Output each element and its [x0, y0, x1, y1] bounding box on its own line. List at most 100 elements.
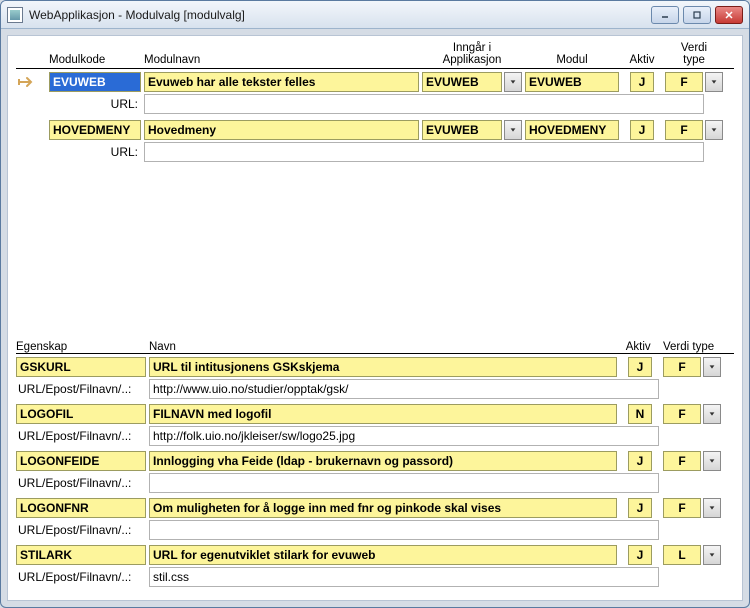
egenskap-row: STILARK URL for egenutviklet stilark for…: [16, 545, 734, 565]
chevron-down-icon: [708, 363, 716, 371]
chevron-down-icon: [710, 78, 718, 86]
egenskap-row: LOGOFIL FILNAVN med logofil N F: [16, 404, 734, 424]
properties-pane: Egenskap Navn Aktiv Verdi type GSKURL UR…: [8, 340, 742, 600]
egenskap-verditype-dropdown-button[interactable]: [703, 498, 721, 518]
egenskap-url-label: URL/Epost/Filnavn/..:: [16, 379, 146, 399]
chevron-down-icon: [708, 504, 716, 512]
aktiv-field[interactable]: J: [630, 120, 654, 140]
egenskap-url-field[interactable]: [149, 520, 659, 540]
row-pointer-icon: [16, 122, 38, 138]
egenskap-navn-field[interactable]: URL for egenutviklet stilark for evuweb: [149, 545, 617, 565]
modul-field[interactable]: HOVEDMENY: [525, 120, 619, 140]
row-pointer-icon: [16, 74, 38, 90]
egenskap-verditype-field[interactable]: F: [663, 404, 701, 424]
egenskap-url-row: URL/Epost/Filnavn/..:: [16, 473, 734, 493]
egenskap-verditype-field[interactable]: L: [663, 545, 701, 565]
modul-field[interactable]: EVUWEB: [525, 72, 619, 92]
egenskap-aktiv-field[interactable]: J: [628, 498, 652, 518]
egenskap-verditype-dropdown-button[interactable]: [703, 545, 721, 565]
egenskap-verditype-field[interactable]: F: [663, 357, 701, 377]
hdr-egenskap: Egenskap: [16, 341, 146, 353]
properties-header: Egenskap Navn Aktiv Verdi type: [16, 341, 734, 353]
hdr-modulkode: Modulkode: [49, 54, 141, 66]
chevron-down-icon: [708, 410, 716, 418]
app-icon: [7, 7, 23, 23]
egenskap-navn-field[interactable]: Om muligheten for å logge inn med fnr og…: [149, 498, 617, 518]
applikasjon-field[interactable]: EVUWEB: [422, 72, 502, 92]
url-label: URL:: [49, 145, 141, 159]
applikasjon-field[interactable]: EVUWEB: [422, 120, 502, 140]
egenskap-kode-field[interactable]: LOGOFIL: [16, 404, 146, 424]
chevron-down-icon: [509, 126, 517, 134]
chevron-down-icon: [708, 551, 716, 559]
egenskap-url-field[interactable]: [149, 473, 659, 493]
egenskap-navn-field[interactable]: Innlogging vha Feide (ldap - brukernavn …: [149, 451, 617, 471]
hdr-verditype: Verdi type: [665, 42, 723, 66]
egenskap-aktiv-field[interactable]: N: [628, 404, 652, 424]
egenskap-url-label: URL/Epost/Filnavn/..:: [16, 473, 146, 493]
egenskap-aktiv-field[interactable]: J: [628, 357, 652, 377]
verditype-field[interactable]: F: [665, 72, 703, 92]
client-area: Modulkode Modulnavn Inngår i Applikasjon…: [7, 35, 743, 601]
egenskap-verditype-dropdown-button[interactable]: [703, 451, 721, 471]
egenskap-url-row: URL/Epost/Filnavn/..: stil.css: [16, 567, 734, 587]
applikasjon-dropdown-button[interactable]: [504, 120, 522, 140]
module-url-row: URL:: [16, 94, 734, 114]
egenskap-url-field[interactable]: http://folk.uio.no/jkleiser/sw/logo25.jp…: [149, 426, 659, 446]
egenskap-aktiv-field[interactable]: J: [628, 545, 652, 565]
applikasjon-dropdown-button[interactable]: [504, 72, 522, 92]
egenskap-url-field[interactable]: http://www.uio.no/studier/opptak/gsk/: [149, 379, 659, 399]
url-label: URL:: [49, 97, 141, 111]
egenskap-url-label: URL/Epost/Filnavn/..:: [16, 567, 146, 587]
modules-pane: Modulkode Modulnavn Inngår i Applikasjon…: [8, 36, 742, 282]
close-button[interactable]: [715, 6, 743, 24]
module-row: EVUWEB Evuweb har alle tekster felles EV…: [16, 72, 734, 92]
url-field[interactable]: [144, 142, 704, 162]
egenskap-url-row: URL/Epost/Filnavn/..:: [16, 520, 734, 540]
hdr-aktiv: Aktiv: [622, 42, 662, 66]
egenskap-navn-field[interactable]: FILNAVN med logofil: [149, 404, 617, 424]
hdr-applikasjon: Inngår i Applikasjon: [422, 42, 522, 66]
verditype-dropdown-button[interactable]: [705, 120, 723, 140]
module-url-row: URL:: [16, 142, 734, 162]
hdr-navn: Navn: [149, 341, 617, 353]
egenskap-url-row: URL/Epost/Filnavn/..: http://folk.uio.no…: [16, 426, 734, 446]
egenskap-kode-field[interactable]: LOGONFEIDE: [16, 451, 146, 471]
minimize-button[interactable]: [651, 6, 679, 24]
chevron-down-icon: [708, 457, 716, 465]
modulkode-field[interactable]: HOVEDMENY: [49, 120, 141, 140]
verditype-field[interactable]: F: [665, 120, 703, 140]
egenskap-kode-field[interactable]: STILARK: [16, 545, 146, 565]
close-icon: [724, 10, 734, 20]
window-title: WebApplikasjon - Modulvalg [modulvalg]: [29, 8, 651, 22]
egenskap-verditype-field[interactable]: F: [663, 498, 701, 518]
egenskap-row: LOGONFEIDE Innlogging vha Feide (ldap - …: [16, 451, 734, 471]
egenskap-verditype-field[interactable]: F: [663, 451, 701, 471]
egenskap-url-label: URL/Epost/Filnavn/..:: [16, 426, 146, 446]
hdr-eg-verditype: Verdi type: [663, 341, 721, 353]
titlebar: WebApplikasjon - Modulvalg [modulvalg]: [1, 1, 749, 29]
egenskap-aktiv-field[interactable]: J: [628, 451, 652, 471]
egenskap-kode-field[interactable]: GSKURL: [16, 357, 146, 377]
egenskap-url-field[interactable]: stil.css: [149, 567, 659, 587]
modulnavn-field[interactable]: Hovedmeny: [144, 120, 419, 140]
url-field[interactable]: [144, 94, 704, 114]
chevron-down-icon: [509, 78, 517, 86]
verditype-dropdown-button[interactable]: [705, 72, 723, 92]
window-buttons: [651, 6, 743, 24]
aktiv-field[interactable]: J: [630, 72, 654, 92]
hdr-modulnavn: Modulnavn: [144, 54, 419, 66]
minimize-icon: [660, 10, 670, 20]
hdr-modul: Modul: [525, 42, 619, 66]
modulnavn-field[interactable]: Evuweb har alle tekster felles: [144, 72, 419, 92]
egenskap-row: GSKURL URL til intitusjonens GSKskjema J…: [16, 357, 734, 377]
egenskap-kode-field[interactable]: LOGONFNR: [16, 498, 146, 518]
egenskap-verditype-dropdown-button[interactable]: [703, 357, 721, 377]
egenskap-navn-field[interactable]: URL til intitusjonens GSKskjema: [149, 357, 617, 377]
egenskap-verditype-dropdown-button[interactable]: [703, 404, 721, 424]
hdr-inngar: Inngår i: [422, 42, 522, 54]
modulkode-field[interactable]: EVUWEB: [49, 72, 141, 92]
maximize-button[interactable]: [683, 6, 711, 24]
egenskap-url-label: URL/Epost/Filnavn/..:: [16, 520, 146, 540]
hdr-eg-aktiv: Aktiv: [620, 341, 660, 353]
